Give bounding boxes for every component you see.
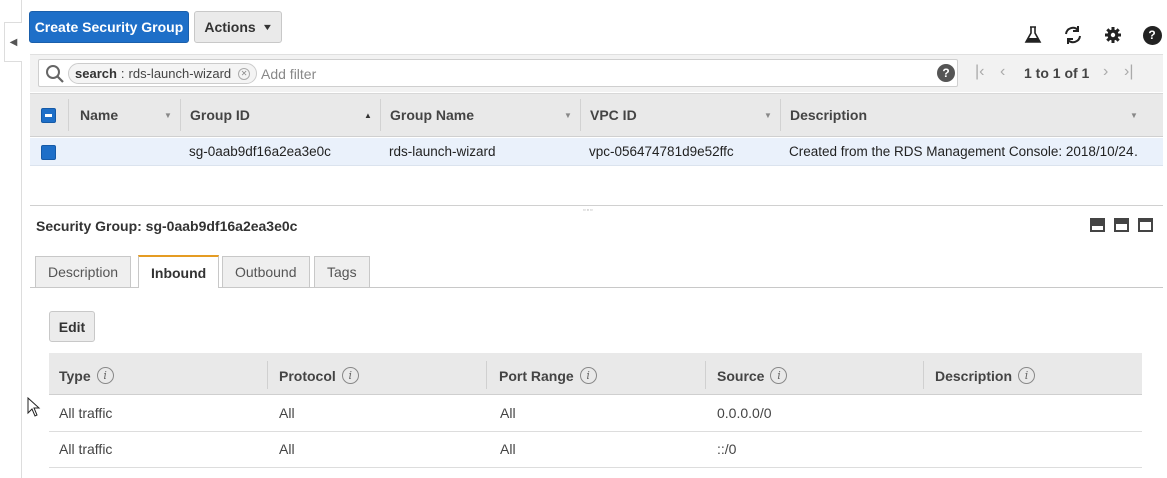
- rule-protocol: All: [279, 405, 295, 421]
- info-icon[interactable]: i: [341, 367, 359, 384]
- rule-header-description: Description i: [935, 367, 1036, 384]
- sort-caret-icon[interactable]: ▼: [1130, 111, 1138, 120]
- remove-token-icon[interactable]: ✕: [238, 67, 251, 80]
- detail-title: Security Group: sg-0aab9df16a2ea3e0c: [36, 218, 298, 234]
- sort-asc-icon[interactable]: ▲: [364, 111, 372, 120]
- rule-port-range: All: [500, 441, 516, 457]
- actions-label: Actions: [204, 19, 256, 35]
- collapse-panel-button[interactable]: ◀: [4, 22, 22, 62]
- next-page-icon[interactable]: ›: [1103, 63, 1108, 81]
- first-page-icon[interactable]: |‹: [975, 63, 984, 81]
- help-icon[interactable]: ?: [1141, 24, 1163, 46]
- edit-rules-button[interactable]: Edit: [49, 311, 95, 342]
- layout-full-icon[interactable]: [1138, 218, 1153, 232]
- filter-token-value: rds-launch-wizard: [128, 66, 232, 81]
- chevron-left-icon: ◀: [9, 36, 18, 48]
- drag-handle-icon[interactable]: ▫▫▫: [583, 207, 593, 214]
- rule-source: 0.0.0.0/0: [717, 405, 772, 421]
- cell-description: Created from the RDS Management Console:…: [789, 144, 1139, 159]
- layout-split-icon[interactable]: [1114, 218, 1129, 232]
- rule-protocol: All: [279, 441, 295, 457]
- pagination-text: 1 to 1 of 1: [1024, 65, 1090, 81]
- prev-page-icon[interactable]: ‹: [1000, 63, 1005, 81]
- mouse-cursor-icon: [27, 396, 41, 420]
- sort-caret-icon[interactable]: ▼: [164, 111, 172, 120]
- cell-group-id: sg-0aab9df16a2ea3e0c: [189, 144, 331, 159]
- rule-type: All traffic: [59, 405, 113, 421]
- panel-splitter[interactable]: [30, 205, 1163, 206]
- tab-inbound[interactable]: Inbound: [138, 255, 220, 288]
- select-all-checkbox[interactable]: [41, 108, 56, 123]
- info-icon[interactable]: i: [770, 367, 788, 384]
- add-filter-placeholder[interactable]: Add filter: [261, 66, 316, 82]
- info-icon[interactable]: i: [579, 367, 597, 384]
- tab-description[interactable]: Description: [35, 256, 132, 287]
- cell-group-name: rds-launch-wizard: [389, 144, 496, 159]
- rule-header-port-range: Port Range i: [499, 367, 597, 384]
- filter-help-icon[interactable]: ?: [937, 64, 955, 82]
- rule-port-range: All: [500, 405, 516, 421]
- sort-caret-icon[interactable]: ▼: [564, 111, 572, 120]
- rule-source: ::/0: [717, 441, 737, 457]
- column-header-group-id[interactable]: Group ID: [190, 107, 250, 123]
- left-panel-strip: [0, 0, 22, 478]
- filter-token[interactable]: search : rds-launch-wizard ✕: [68, 63, 258, 84]
- sort-caret-icon[interactable]: ▼: [764, 111, 772, 120]
- column-header-description[interactable]: Description: [790, 107, 867, 123]
- row-checkbox[interactable]: [41, 145, 56, 160]
- flask-icon[interactable]: [1022, 24, 1044, 46]
- refresh-icon[interactable]: [1062, 24, 1084, 46]
- info-icon[interactable]: i: [96, 367, 114, 384]
- column-header-name[interactable]: Name: [80, 107, 118, 123]
- column-header-vpc-id[interactable]: VPC ID: [590, 107, 637, 123]
- rule-header-protocol: Protocol i: [279, 367, 359, 384]
- column-header-group-name[interactable]: Group Name: [390, 107, 474, 123]
- chevron-down-icon: ▼: [261, 22, 273, 32]
- layout-bottom-icon[interactable]: [1090, 218, 1105, 232]
- filter-token-key: search: [75, 66, 117, 81]
- rule-row: [49, 432, 1142, 468]
- create-security-group-button[interactable]: Create Security Group: [29, 11, 189, 43]
- cell-vpc-id: vpc-056474781d9e52ffc: [589, 144, 734, 159]
- rule-row: [49, 396, 1142, 432]
- last-page-icon[interactable]: ›|: [1124, 63, 1133, 81]
- gear-icon[interactable]: [1102, 24, 1124, 46]
- search-icon: [45, 64, 65, 84]
- actions-dropdown-button[interactable]: Actions ▼: [194, 11, 282, 43]
- rule-header-type: Type i: [59, 367, 114, 384]
- tab-tags[interactable]: Tags: [314, 256, 370, 287]
- rule-header-source: Source i: [717, 367, 788, 384]
- info-icon[interactable]: i: [1018, 367, 1036, 384]
- rule-type: All traffic: [59, 441, 113, 457]
- tab-outbound[interactable]: Outbound: [222, 256, 310, 287]
